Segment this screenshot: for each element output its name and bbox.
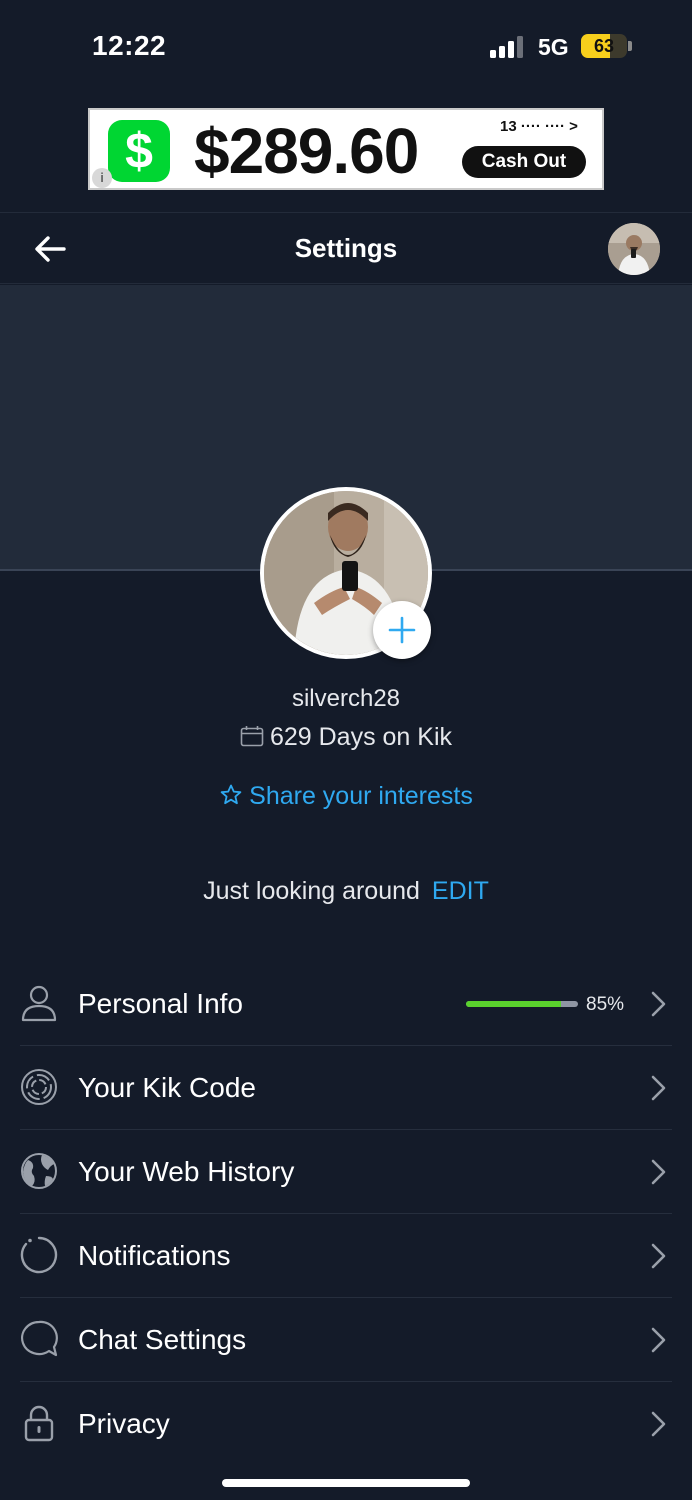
settings-item-notifications[interactable]: Notifications [20,1214,672,1298]
avatar[interactable] [608,223,660,275]
share-interests-label: Share your interests [249,782,473,810]
cash-app-logo-icon: $ [108,120,170,182]
settings-item-personal-info[interactable]: Personal Info 85% [20,962,672,1046]
status-time: 12:22 [92,30,167,61]
ad-banner[interactable]: $ $289.60 13 ···· ···· > Cash Out i [88,108,604,190]
nav-bar: Settings [0,212,692,284]
chevron-right-icon [651,991,666,1017]
kik-code-icon [21,1069,57,1105]
chat-bubble-icon [20,1320,58,1357]
chevron-right-icon [651,1243,666,1269]
mood-status: Just looking around EDIT [0,877,692,906]
chevron-right-icon [651,1159,666,1185]
notification-icon [20,1236,58,1274]
calendar-icon [240,726,264,747]
page-title: Settings [294,233,398,263]
profile-progress-value: 85% [586,994,625,1015]
settings-item-label: Notifications [78,1240,231,1271]
battery-icon: 63 [581,34,627,58]
settings-item-label: Your Kik Code [78,1072,256,1103]
home-indicator[interactable] [222,1479,470,1487]
share-interests-link[interactable]: Share your interests [0,782,692,811]
username: silverch28 [291,685,401,712]
chevron-right-icon [651,1327,666,1353]
chevron-right-icon [651,1411,666,1437]
settings-item-label: Your Web History [78,1156,295,1187]
battery-tip [628,41,632,51]
status-bar: 12:22 5G 63 [0,0,692,96]
settings-item-chat-settings[interactable]: Chat Settings [20,1298,672,1382]
ad-info-icon[interactable]: i [92,168,112,188]
chevron-right-icon [651,1075,666,1101]
settings-item-label: Personal Info [78,988,243,1019]
settings-item-privacy[interactable]: Privacy [20,1382,672,1466]
globe-icon [21,1153,57,1189]
settings-item-label: Privacy [78,1408,170,1439]
days-on-kik: 629 Days on Kik [0,723,692,752]
settings-item-web-history[interactable]: Your Web History [20,1130,672,1214]
settings-item-label: Chat Settings [78,1324,247,1355]
ad-amount: $289.60 [194,115,419,187]
ad-cash-out-button[interactable]: Cash Out [462,146,586,178]
lock-icon [24,1405,54,1442]
profile-progress-bar [466,1001,578,1007]
star-icon [220,784,242,805]
person-icon [21,985,57,1022]
days-on-kik-text: 629 Days on Kik [269,723,453,751]
settings-item-kik-code[interactable]: Your Kik Code [20,1046,672,1130]
settings-list: Personal Info 85% Your Kik Code Your Web… [0,962,692,1466]
battery-level: 63 [593,36,615,56]
edit-mood-button[interactable]: EDIT [432,877,489,905]
ad-card-number: 13 ···· ···· > [500,118,578,135]
network-type: 5G [538,34,569,60]
add-photo-button[interactable] [373,601,431,659]
signal-icon [490,36,526,58]
mood-text: Just looking around [203,877,420,905]
